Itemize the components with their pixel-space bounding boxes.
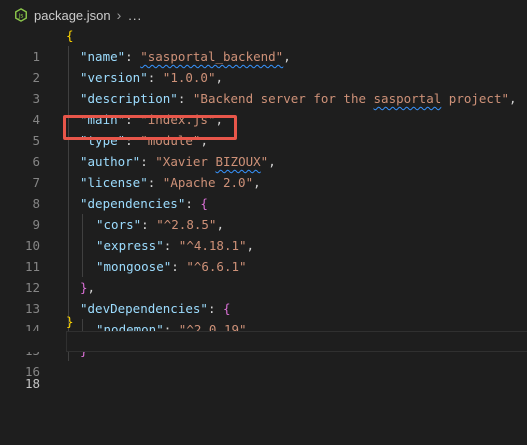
- indent-guide: [82, 256, 83, 277]
- code-line: 4 "description": "Backend server for the…: [0, 88, 527, 127]
- indent-guide: [82, 214, 83, 235]
- colon-token: :: [140, 154, 156, 169]
- json-string: "Backend server for the: [192, 91, 374, 106]
- line-content: "dependencies": {: [80, 193, 208, 214]
- breadcrumb-file-name: package.json: [34, 7, 111, 23]
- json-key: "cors": [96, 217, 142, 232]
- json-key: "description": [80, 91, 178, 106]
- indent-guide: [68, 193, 69, 214]
- comma-token: ,: [283, 49, 291, 64]
- nodejs-hexagon-icon: js: [15, 8, 27, 22]
- json-key: "name": [80, 49, 126, 64]
- indent-guide: [68, 88, 69, 109]
- code-line: 17 }: [0, 311, 527, 350]
- json-string: project": [441, 91, 509, 106]
- json-key: "author": [80, 154, 141, 169]
- indent-guide: [68, 67, 69, 88]
- line-content: "cors": "^2.8.5",: [96, 214, 224, 235]
- brace-token: }: [80, 280, 88, 295]
- indent-guide: [68, 172, 69, 193]
- brace-token: {: [200, 196, 208, 211]
- indent-guide: [68, 256, 69, 277]
- code-line: 8 "license": "Apache 2.0",: [0, 172, 527, 211]
- line-content: "version": "1.0.0",: [80, 67, 223, 88]
- indent-guide: [68, 235, 69, 256]
- colon-token: :: [171, 259, 187, 274]
- comma-token: ,: [246, 238, 255, 253]
- colon-token: :: [185, 196, 201, 211]
- json-string: "^4.18.1": [178, 238, 247, 253]
- json-string: "1.0.0": [162, 70, 216, 85]
- line-content: "license": "Apache 2.0",: [80, 172, 261, 193]
- line-content: {: [66, 25, 74, 46]
- json-key: "dependencies": [80, 196, 186, 211]
- code-line: 12 "mongoose": "^6.6.1": [0, 256, 527, 295]
- code-line: 13 },: [0, 277, 527, 316]
- json-key: "express": [96, 238, 164, 253]
- indent-guide: [68, 151, 69, 172]
- indent-guide: [82, 235, 83, 256]
- current-code-line[interactable]: 18: [0, 331, 527, 391]
- json-string: "Apache 2.0": [162, 175, 254, 190]
- line-content: }: [66, 311, 74, 332]
- code-line: 10 "cors": "^2.8.5",: [0, 214, 527, 253]
- brace-token: }: [66, 314, 74, 329]
- json-key: "license": [80, 175, 148, 190]
- line-content: "name": "sasportal_backend",: [80, 46, 291, 67]
- line-content: "description": "Backend server for the s…: [80, 88, 517, 109]
- comma-token: ,: [215, 70, 224, 85]
- colon-token: :: [163, 238, 179, 253]
- code-line: 1 {: [0, 25, 527, 64]
- colon-token: :: [125, 49, 141, 64]
- breadcrumb-separator: ›: [116, 7, 122, 23]
- brace-token: {: [66, 28, 74, 43]
- colon-token: :: [147, 70, 163, 85]
- current-line-highlight: [66, 331, 527, 352]
- line-content: "author": "Xavier BIZOUX",: [80, 151, 276, 172]
- json-string: "^6.6.1": [186, 259, 247, 274]
- json-string-misspelled: sasportal: [373, 91, 442, 106]
- json-key: "version": [80, 70, 148, 85]
- code-line: 11 "express": "^4.18.1",: [0, 235, 527, 274]
- json-string: "Xavier: [155, 154, 216, 169]
- colon-token: :: [141, 217, 157, 232]
- indent-guide: [68, 46, 69, 67]
- line-content: },: [80, 277, 95, 298]
- code-line: 9 "dependencies": {: [0, 193, 527, 232]
- colon-token: :: [177, 91, 193, 106]
- indent-guide: [68, 277, 69, 298]
- annotation-highlight-box: [63, 115, 237, 140]
- comma-token: ,: [216, 217, 224, 232]
- indent-guide: [68, 214, 69, 235]
- json-string-misspelled: BIZOUX: [215, 154, 261, 169]
- breadcrumb-more[interactable]: ...: [128, 8, 142, 23]
- code-line: 2 "name": "sasportal_backend",: [0, 46, 527, 85]
- code-editor[interactable]: 1 { 2 "name": "sasportal_backend", 3 "ve…: [0, 25, 527, 379]
- comma-token: ,: [268, 154, 276, 169]
- line-content: "mongoose": "^6.6.1": [96, 256, 247, 277]
- code-line: 7 "author": "Xavier BIZOUX",: [0, 151, 527, 190]
- colon-token: :: [147, 175, 163, 190]
- json-string: "^2.8.5": [156, 217, 217, 232]
- json-string: "sasportal_backend": [140, 49, 284, 64]
- line-number: 18: [24, 376, 40, 391]
- svg-text:js: js: [18, 13, 24, 20]
- comma-token: ,: [509, 91, 517, 106]
- code-line: 3 "version": "1.0.0",: [0, 67, 527, 106]
- line-content: "express": "^4.18.1",: [96, 235, 254, 256]
- breadcrumb-file[interactable]: js package.json: [14, 8, 111, 23]
- comma-token: ,: [253, 175, 261, 190]
- comma-token: ,: [87, 280, 96, 295]
- json-key: "mongoose": [96, 259, 172, 274]
